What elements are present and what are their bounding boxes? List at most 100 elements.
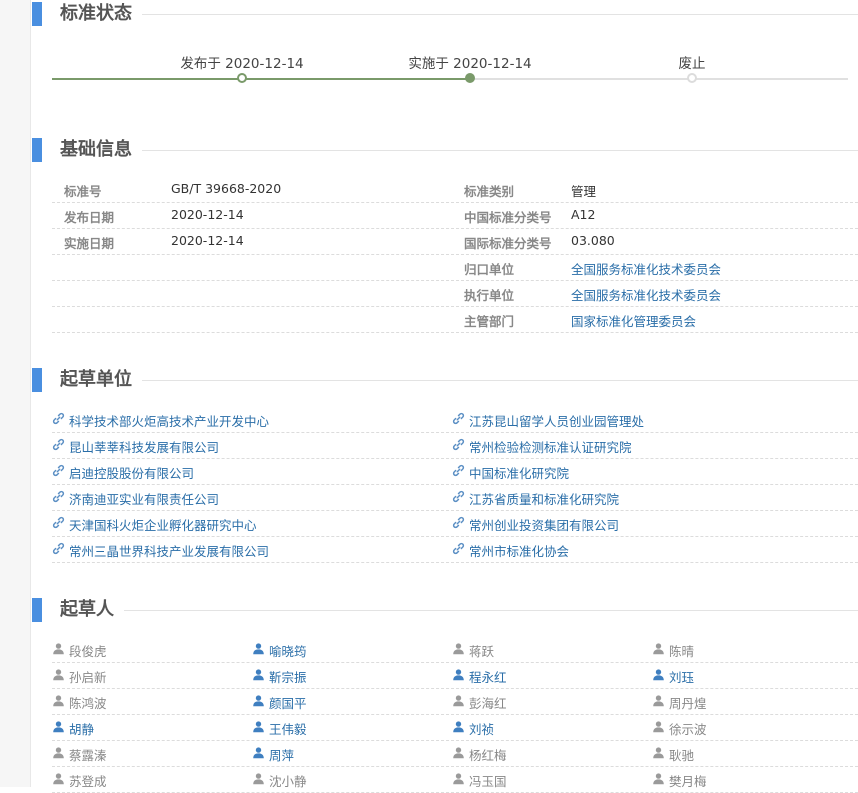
drafter-name: 耿驰 [652,745,694,764]
info-label: 标准号 [64,184,102,199]
drafting-unit-link[interactable]: 江苏省质量和标准化研究院 [452,489,619,508]
timeline-implemented-label: 实施于 2020-12-14 [408,56,532,72]
drafter-link[interactable]: 周萍 [252,745,294,764]
info-row: 发布日期 2020-12-14 中国标准分类号 A12 [52,202,858,229]
drafter-label: 杨红梅 [469,748,507,763]
drafting-unit-link[interactable]: 江苏昆山留学人员创业园管理处 [452,411,644,430]
info-link[interactable]: 全国服务标准化技术委员会 [571,285,721,304]
drafting-unit-link[interactable]: 中国标准化研究院 [452,463,569,482]
drafting-unit-name: 常州市标准化协会 [469,544,570,559]
section-divider [60,610,858,611]
drafting-unit-link[interactable]: 济南迪亚实业有限责任公司 [52,489,219,508]
drafter-name: 彭海红 [452,693,507,712]
person-row: 苏登成 沈小静 冯玉国 樊月梅 [52,766,858,793]
info-row: 归口单位 全国服务标准化技术委员会 [52,254,858,281]
section-divider [60,14,858,15]
drafter-label: 刘珏 [669,670,695,685]
info-label: 执行单位 [464,288,515,303]
info-row: 执行单位 全国服务标准化技术委员会 [52,280,858,307]
info-label: 主管部门 [464,314,515,329]
drafter-link[interactable]: 王伟毅 [252,719,307,738]
section-people-header: 起草人 [32,598,858,622]
drafter-link[interactable]: 靳宗振 [252,667,307,686]
drafting-unit-link[interactable]: 科学技术部火炬高技术产业开发中心 [52,411,269,430]
person-row: 陈鸿波 颜国平 彭海红 周丹煌 [52,688,858,715]
drafter-name: 陈晴 [652,641,694,660]
drafting-unit-link[interactable]: 昆山莘莘科技发展有限公司 [52,437,219,456]
timeline-abolished-label: 废止 [678,56,706,72]
drafter-label: 颜国平 [269,696,307,711]
section-divider [60,150,858,151]
drafter-label: 段俊虎 [69,644,107,659]
unit-row: 常州三晶世界科技产业发展有限公司 常州市标准化协会 [52,536,858,563]
drafter-label: 孙启新 [69,670,107,685]
person-row: 胡静 王伟毅 刘祯 徐示波 [52,714,858,741]
drafting-unit-name: 科学技术部火炬高技术产业开发中心 [69,414,270,429]
drafter-link[interactable]: 程永红 [452,667,507,686]
drafter-label: 王伟毅 [269,722,307,737]
drafter-label: 胡静 [69,722,95,737]
drafter-label: 刘祯 [469,722,495,737]
drafting-unit-link[interactable]: 天津国科火炬企业孵化器研究中心 [52,515,257,534]
drafter-link[interactable]: 刘珏 [652,667,694,686]
info-label: 实施日期 [64,236,115,251]
info-link[interactable]: 全国服务标准化技术委员会 [571,259,721,278]
drafter-name: 冯玉国 [452,771,507,790]
section-title: 起草单位 [60,368,142,392]
drafting-unit-link[interactable]: 启迪控股股份有限公司 [52,463,194,482]
info-label: 发布日期 [64,210,115,225]
section-marker [32,368,42,392]
drafting-unit-name: 启迪控股股份有限公司 [69,466,195,481]
person-row: 蔡露溱 周萍 杨红梅 耿驰 [52,740,858,767]
drafter-label: 周丹煌 [669,696,707,711]
section-divider [60,380,858,381]
person-row: 段俊虎 喻晓筠 蒋跃 陈晴 [52,636,858,663]
info-row: 标准号 GB/T 39668-2020 标准类别 管理 [52,176,858,203]
drafter-name: 周丹煌 [652,693,707,712]
drafting-unit-link[interactable]: 常州三晶世界科技产业发展有限公司 [52,541,269,560]
drafter-name: 陈鸿波 [52,693,107,712]
info-value: 2020-12-14 [171,233,244,248]
drafter-label: 彭海红 [469,696,507,711]
drafter-label: 陈鸿波 [69,696,107,711]
info-link[interactable]: 国家标准化管理委员会 [571,311,696,330]
info-label: 归口单位 [464,262,515,277]
drafting-unit-name: 昆山莘莘科技发展有限公司 [69,440,220,455]
drafter-label: 靳宗振 [269,670,307,685]
info-row: 实施日期 2020-12-14 国际标准分类号 03.080 [52,228,858,255]
timeline-track [52,78,848,80]
drafting-unit-link[interactable]: 常州市标准化协会 [452,541,569,560]
drafter-name: 徐示波 [652,719,707,738]
drafting-unit-name: 常州三晶世界科技产业发展有限公司 [69,544,270,559]
unit-row: 启迪控股股份有限公司 中国标准化研究院 [52,458,858,485]
drafter-label: 蔡露溱 [69,748,107,763]
drafter-name: 杨红梅 [452,745,507,764]
info-label: 标准类别 [464,184,515,199]
section-status-header: 标准状态 [32,2,858,26]
timeline-abolished-node [687,73,697,83]
drafting-unit-name: 江苏省质量和标准化研究院 [469,492,620,507]
info-value: 2020-12-14 [171,207,244,222]
drafter-label: 蒋跃 [469,644,495,659]
drafting-unit-name: 天津国科火炬企业孵化器研究中心 [69,518,257,533]
drafter-name: 孙启新 [52,667,107,686]
left-margin [0,0,31,787]
drafter-link[interactable]: 颜国平 [252,693,307,712]
drafter-name: 蔡露溱 [52,745,107,764]
drafting-unit-link[interactable]: 常州检验检测标准认证研究院 [452,437,632,456]
drafter-name: 苏登成 [52,771,107,790]
timeline-published-label: 发布于 2020-12-14 [180,56,304,72]
drafting-unit-name: 中国标准化研究院 [469,466,570,481]
drafter-link[interactable]: 刘祯 [452,719,494,738]
drafter-name: 樊月梅 [652,771,707,790]
drafter-label: 喻晓筠 [269,644,307,659]
drafter-link[interactable]: 胡静 [52,719,94,738]
timeline-published-node [237,73,247,83]
info-label: 国际标准分类号 [464,236,552,251]
unit-row: 济南迪亚实业有限责任公司 江苏省质量和标准化研究院 [52,484,858,511]
info-row: 主管部门 国家标准化管理委员会 [52,306,858,333]
drafter-link[interactable]: 喻晓筠 [252,641,307,660]
drafting-unit-link[interactable]: 常州创业投资集团有限公司 [452,515,619,534]
drafting-unit-name: 济南迪亚实业有限责任公司 [69,492,220,507]
section-marker [32,598,42,622]
